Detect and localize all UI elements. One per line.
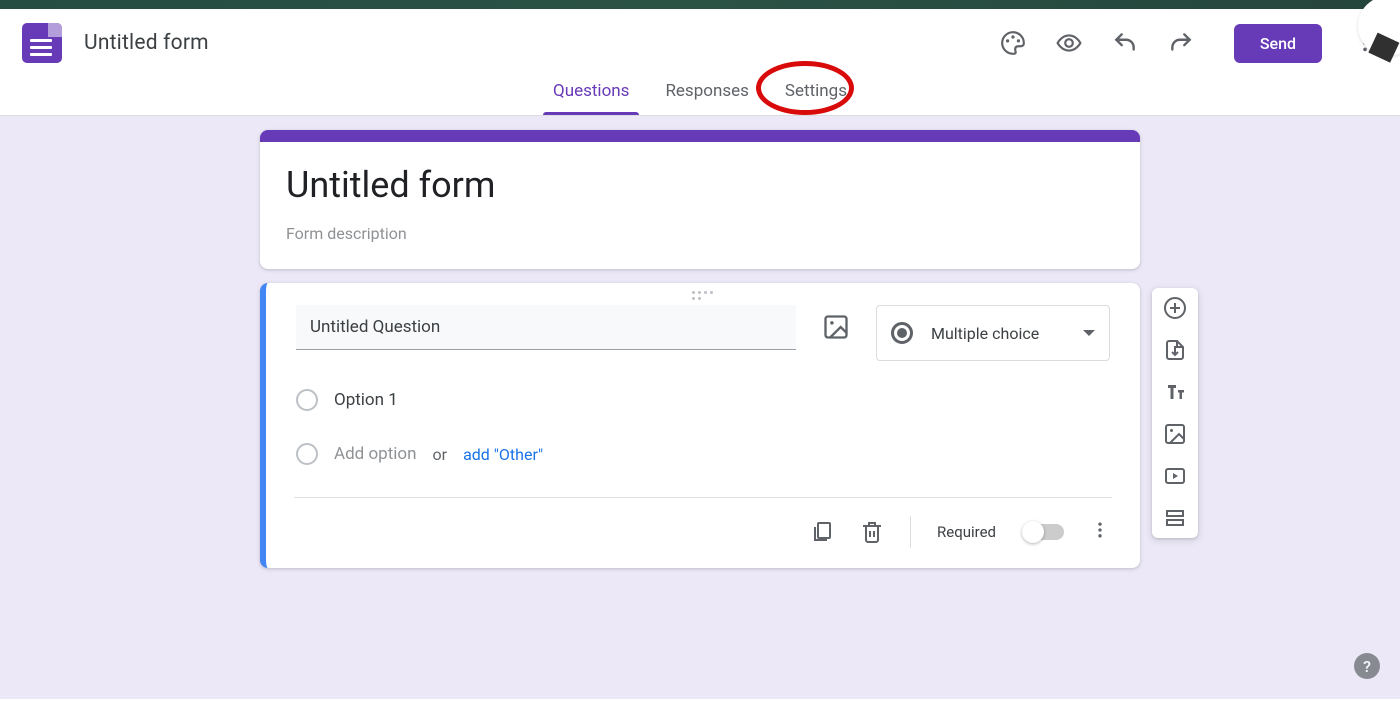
question-more-icon[interactable] <box>1090 520 1110 544</box>
add-question-icon[interactable] <box>1163 296 1187 320</box>
forms-logo-icon <box>22 23 62 63</box>
separator <box>910 516 911 548</box>
add-video-icon[interactable] <box>1163 464 1187 488</box>
or-label: or <box>433 445 448 464</box>
help-icon[interactable]: ? <box>1354 653 1380 679</box>
radio-empty-icon <box>296 389 318 411</box>
add-image-toolbar-icon[interactable] <box>1163 422 1187 446</box>
undo-icon[interactable] <box>1112 30 1138 56</box>
duplicate-icon[interactable] <box>810 520 834 544</box>
add-option-button[interactable]: Add option <box>334 444 417 464</box>
add-section-icon[interactable] <box>1163 506 1187 530</box>
form-title[interactable]: Untitled form <box>286 164 1114 206</box>
option-text[interactable]: Option 1 <box>334 390 398 410</box>
form-name[interactable]: Untitled form <box>84 31 209 55</box>
question-type-label: Multiple choice <box>931 324 1039 343</box>
tab-responses[interactable]: Responses <box>647 73 766 115</box>
required-toggle[interactable] <box>1022 524 1064 540</box>
tab-questions[interactable]: Questions <box>535 73 647 115</box>
question-card[interactable]: Multiple choice Option 1 Add option or a… <box>260 283 1140 568</box>
drag-handle-icon[interactable] <box>692 291 714 300</box>
eye-icon[interactable] <box>1056 30 1082 56</box>
palette-icon[interactable] <box>1000 30 1026 56</box>
radio-empty-icon <box>296 443 318 465</box>
add-image-icon[interactable] <box>822 313 850 341</box>
radio-selected-icon <box>891 322 913 344</box>
required-label: Required <box>937 523 996 541</box>
divider <box>294 497 1112 498</box>
import-questions-icon[interactable] <box>1163 338 1187 362</box>
trash-icon[interactable] <box>860 520 884 544</box>
editor-tabs: Questions Responses Settings <box>0 73 1400 116</box>
chevron-down-icon <box>1083 330 1095 336</box>
redo-icon[interactable] <box>1168 30 1194 56</box>
send-button[interactable]: Send <box>1234 24 1322 63</box>
tab-settings[interactable]: Settings <box>767 73 865 115</box>
form-description-placeholder[interactable]: Form description <box>286 224 1114 243</box>
question-title-input[interactable] <box>296 305 796 350</box>
add-option-row: Add option or add "Other" <box>296 443 1110 465</box>
form-canvas: Untitled form Form description Multiple … <box>260 116 1140 568</box>
floating-toolbar <box>1152 288 1198 538</box>
question-type-select[interactable]: Multiple choice <box>876 305 1110 361</box>
workspace: Untitled form Form description Multiple … <box>0 116 1400 699</box>
form-header-card[interactable]: Untitled form Form description <box>260 130 1140 269</box>
app-header: Untitled form Send <box>0 9 1400 73</box>
option-row[interactable]: Option 1 <box>296 389 1110 411</box>
account-avatar[interactable] <box>1358 0 1400 56</box>
add-title-icon[interactable] <box>1163 380 1187 404</box>
add-other-button[interactable]: add "Other" <box>463 445 543 464</box>
